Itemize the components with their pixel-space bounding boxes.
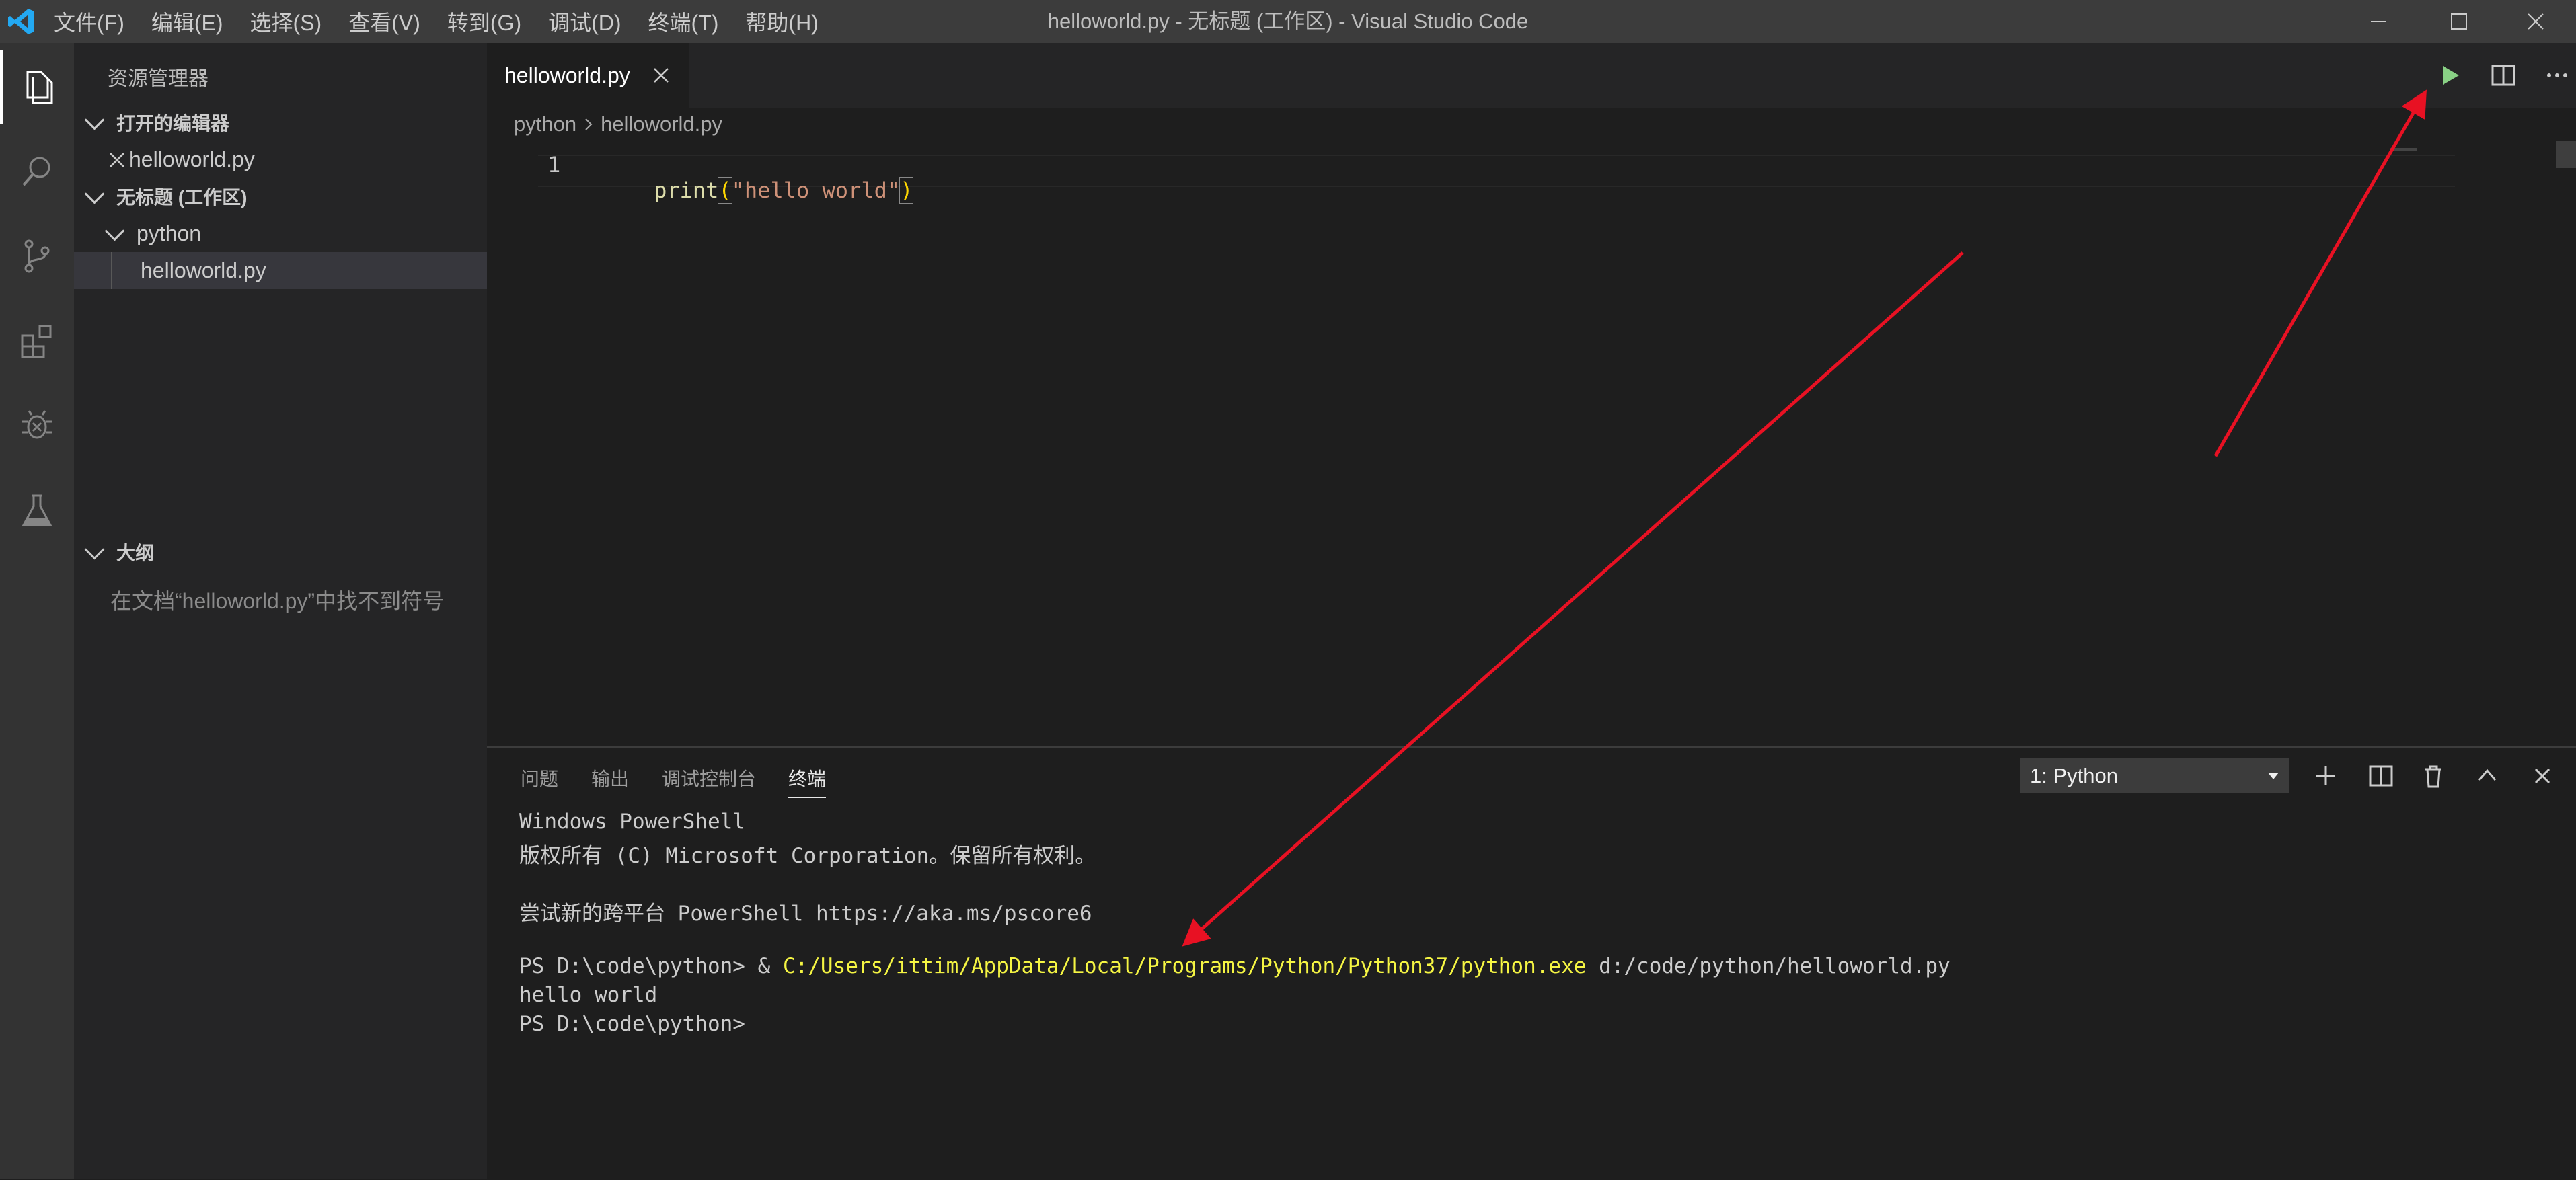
menu-help[interactable]: 帮助(H) [745,6,818,37]
tab-label: helloworld.py [504,63,630,87]
explorer-activity[interactable] [0,50,74,124]
menu-bar: 文件(F) 编辑(E) 选择(S) 查看(V) 转到(G) 调试(D) 终端(T… [54,0,845,43]
add-terminal-icon[interactable] [2312,762,2339,789]
menu-go[interactable]: 转到(G) [447,6,521,37]
trash-icon[interactable] [2420,762,2447,789]
chevron-down-icon [2268,773,2279,779]
split-editor-icon[interactable] [2490,62,2517,89]
bug-icon [22,410,52,439]
outline-empty-message: 在文档“helloworld.py”中找不到符号 [110,589,445,613]
code-line: print("hello world") [602,152,914,229]
open-editors-section[interactable]: 打开的编辑器 [74,104,487,141]
flask-icon [22,494,52,526]
outline-section[interactable]: 大纲 [74,533,487,571]
code-function: print [654,178,719,203]
code-editor[interactable]: 1 print("hello world") [487,141,2576,746]
maximize-icon [2451,13,2467,30]
tab-problems[interactable]: 问题 [521,764,558,791]
more-actions-icon[interactable] [2544,62,2571,89]
source-control-activity[interactable] [0,219,74,293]
close-window-button[interactable] [2495,0,2576,43]
activity-bar [0,43,74,1179]
menu-view[interactable]: 查看(V) [348,6,420,37]
terminal-script-arg: d:/code/python/helloworld.py [1586,954,1950,978]
debug-activity[interactable] [0,389,74,463]
split-terminal-icon[interactable] [2367,762,2394,789]
breadcrumb: python helloworld.py [514,108,722,141]
overview-ruler-mark [2390,148,2417,151]
maximize-button[interactable] [2419,0,2499,43]
menu-edit[interactable]: 编辑(E) [151,6,223,37]
title-bar: 文件(F) 编辑(E) 选择(S) 查看(V) 转到(G) 调试(D) 终端(T… [0,0,2576,43]
terminal-select[interactable]: 1: Python [2020,758,2289,793]
close-icon[interactable] [108,151,126,169]
breadcrumb-file[interactable]: helloworld.py [601,112,722,136]
chevron-right-icon [585,118,593,130]
breadcrumb-folder[interactable]: python [514,112,576,136]
testing-activity[interactable] [0,473,74,547]
chevron-down-icon [84,110,105,130]
line-number: 1 [547,152,561,178]
extensions-activity[interactable] [0,304,74,378]
source-control-icon [24,239,50,273]
explorer-sidebar: 资源管理器 打开的编辑器 helloworld.py 无标题 (工作区) pyt… [74,43,487,1179]
menu-debug[interactable]: 调试(D) [548,6,621,37]
open-editor-label: helloworld.py [129,147,255,171]
chevron-up-icon[interactable] [2474,762,2501,789]
minimize-button[interactable] [2338,0,2419,43]
terminal-select-value: 1: Python [2030,764,2118,787]
terminal-line: 尝试新的跨平台 PowerShell https://aka.ms/pscore… [519,902,1092,926]
indent-guide [111,252,112,289]
terminal-prompt: PS D:\code\python> [519,1012,745,1036]
vscode-logo-icon [8,9,34,34]
workspace-header: 无标题 (工作区) [116,187,248,208]
menu-terminal[interactable]: 终端(T) [648,6,719,37]
terminal-line: Windows PowerShell [519,810,745,834]
tab-debug-console[interactable]: 调试控制台 [662,764,756,791]
workspace-section[interactable]: 无标题 (工作区) [74,178,487,215]
open-editor-item[interactable]: helloworld.py [74,141,487,178]
run-icon[interactable] [2436,62,2463,89]
search-activity[interactable] [0,134,74,208]
code-open-paren: ( [718,177,732,204]
terminal-line: 版权所有 (C) Microsoft Corporation。保留所有权利。 [519,844,1096,868]
code-string: "hello world" [731,178,901,203]
menu-selection[interactable]: 选择(S) [250,6,322,37]
open-editors-header: 打开的编辑器 [116,113,230,134]
close-icon [2528,13,2544,30]
close-icon[interactable] [652,66,671,85]
minimap-slider[interactable] [2556,141,2576,168]
folder-label: python [137,221,202,245]
search-icon [22,157,50,186]
folder-python[interactable]: python [74,215,487,252]
menu-file[interactable]: 文件(F) [54,6,124,37]
tab-output[interactable]: 输出 [591,764,629,791]
files-icon [26,71,53,104]
chevron-down-icon [84,539,105,559]
close-icon[interactable] [2529,762,2556,789]
chevron-down-icon [84,184,105,204]
terminal-command-line: PS D:\code\python> & C:/Users/ittim/AppD… [519,954,1950,978]
tab-helloworld[interactable]: helloworld.py [487,43,689,108]
terminal-output: hello world [519,983,658,1007]
editor-tab-bar: helloworld.py [487,43,2576,108]
terminal-prompt: PS D:\code\python> & [519,954,783,978]
chevron-down-icon [104,221,125,241]
tab-terminal[interactable]: 终端 [788,764,827,798]
file-label: helloworld.py [141,258,266,282]
outline-header: 大纲 [116,543,155,563]
sidebar-title: 资源管理器 [108,68,209,90]
minimize-icon [2371,21,2386,22]
code-close-paren: ) [899,177,914,204]
file-helloworld[interactable]: helloworld.py [74,252,487,289]
extensions-icon [21,325,52,358]
terminal-exe-path: C:/Users/ittim/AppData/Local/Programs/Py… [782,954,1587,978]
bottom-panel: 问题 输出 调试控制台 终端 1: Python Windows PowerSh… [487,746,2576,1180]
